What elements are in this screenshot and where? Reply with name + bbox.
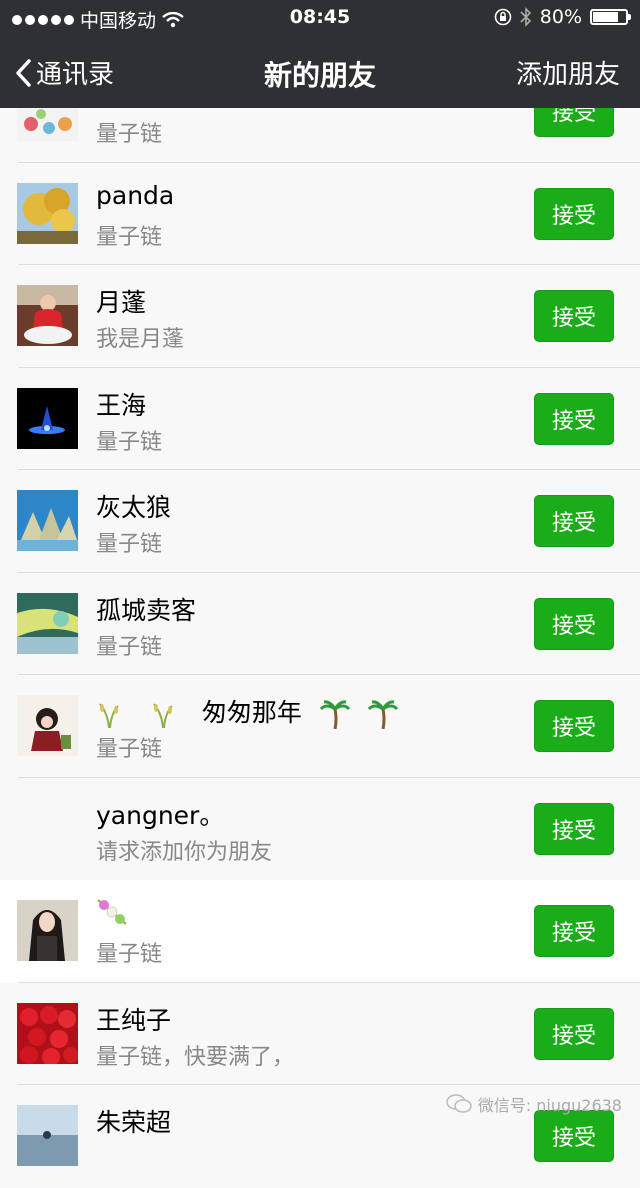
add-friend-button[interactable]: 添加朋友 — [516, 54, 620, 91]
avatar — [17, 387, 78, 449]
list-item[interactable]: panda 量子链 接受 — [0, 162, 640, 265]
avatar — [17, 1105, 78, 1166]
avatar — [17, 285, 78, 346]
chevron-left-icon — [16, 58, 31, 87]
accept-button[interactable]: 接受 — [534, 392, 614, 445]
header: 中国移动 08:45 80% 通讯录 新的朋友 添加朋友 — [0, 0, 640, 108]
accept-button[interactable]: 接受 — [534, 187, 614, 240]
accept-button[interactable]: 接受 — [534, 905, 614, 957]
contact-message: 量子链 — [96, 224, 163, 250]
wechat-icon — [446, 1094, 472, 1113]
palm-tree-icon — [319, 700, 350, 729]
avatar — [17, 695, 78, 756]
avatar — [17, 1002, 78, 1064]
battery-fill — [593, 12, 619, 22]
list-item[interactable]: 王纯子 量子链，快要满了， 接受 — [0, 982, 640, 1085]
contact-name: 月蓬 — [96, 288, 147, 317]
avatar — [17, 490, 78, 551]
contact-message: 量子链，快要满了， — [96, 1044, 295, 1070]
contact-name: panda — [96, 180, 175, 210]
avatar — [17, 592, 78, 654]
status-right: 80% — [494, 6, 631, 28]
accept-button[interactable]: 接受 — [534, 1110, 614, 1162]
back-button[interactable]: 通讯录 — [14, 54, 114, 91]
contact-name-text: 匆匆那年 — [201, 698, 302, 727]
contact-name: 灰太狼 — [96, 493, 172, 522]
accept-button[interactable]: 接受 — [534, 700, 614, 752]
bluetooth-icon — [520, 7, 531, 27]
battery-icon — [590, 9, 631, 25]
contact-message: 我是月蓬 — [96, 327, 185, 352]
contact-name: 王纯子 — [96, 1005, 172, 1035]
accept-button[interactable]: 接受 — [534, 597, 614, 650]
list-item[interactable]: 匆匆那年 量子链 接受 — [0, 675, 640, 778]
contact-message: 量子链 — [96, 737, 163, 762]
contact-message: 量子链 — [96, 429, 163, 455]
list-item[interactable]: 灰太狼 量子链 接受 — [0, 470, 640, 573]
rotation-lock-icon — [494, 8, 512, 26]
accept-button[interactable]: 接受 — [534, 290, 614, 342]
battery-percent: 80% — [539, 6, 582, 28]
contact-message: 量子链 — [96, 634, 163, 660]
watermark: 微信号: niugu2638 — [446, 1092, 622, 1116]
contact-name: 匆匆那年 — [96, 693, 408, 729]
contact-name: 朱荣超 — [96, 1108, 172, 1137]
contact-message: 量子链 — [96, 532, 163, 557]
contact-name — [96, 898, 128, 932]
list-item[interactable]: 王海 量子链 接受 — [0, 367, 640, 470]
contact-name: 王海 — [96, 390, 147, 420]
contact-message: 量子链 — [96, 942, 163, 967]
accept-button[interactable]: 接受 — [534, 495, 614, 547]
avatar — [17, 182, 78, 244]
contact-message: 请求添加你为朋友 — [96, 839, 273, 865]
list-item[interactable]: 量子链 接受 — [0, 880, 640, 983]
friend-request-list: 量子链 接受 panda 量子链 接受 月蓬 我是月蓬 接受 王海 量子链 接受… — [0, 60, 640, 1188]
status-bar: 中国移动 08:45 80% — [0, 0, 640, 36]
dango-icon — [97, 899, 127, 925]
accept-button[interactable]: 接受 — [534, 1007, 614, 1060]
palm-tree-icon — [367, 700, 398, 729]
contact-message: 量子链 — [96, 122, 163, 147]
contact-name: yangner。 — [96, 800, 225, 830]
list-item[interactable]: 孤城卖客 量子链 接受 — [0, 572, 640, 675]
contact-name: 孤城卖客 — [96, 595, 197, 625]
accept-button[interactable]: 接受 — [534, 802, 614, 855]
list-item[interactable]: 月蓬 我是月蓬 接受 — [0, 265, 640, 368]
avatar — [17, 900, 78, 961]
rice-icon — [153, 703, 173, 728]
list-item[interactable]: yangner。 请求添加你为朋友 接受 — [0, 777, 640, 880]
watermark-text: 微信号: niugu2638 — [477, 1096, 622, 1115]
nav-bar: 通讯录 新的朋友 添加朋友 — [0, 36, 640, 108]
rice-icon — [99, 703, 119, 728]
back-label: 通讯录 — [36, 60, 115, 90]
